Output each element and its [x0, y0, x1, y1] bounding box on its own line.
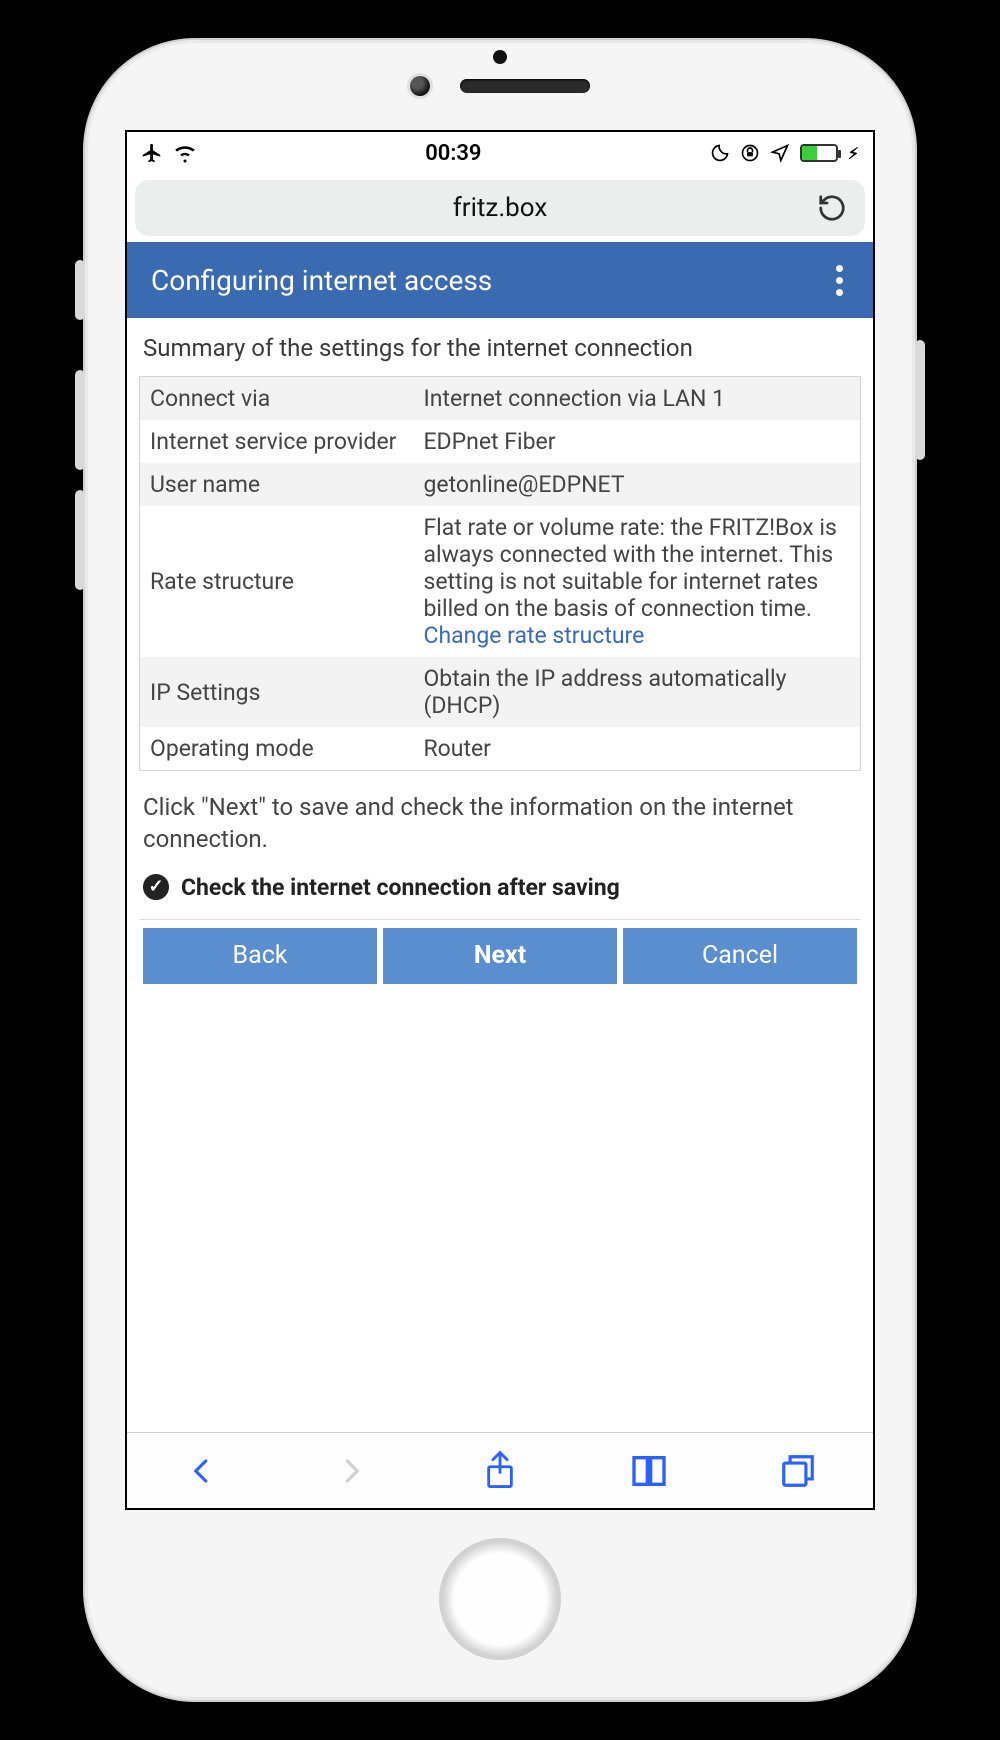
setting-value: Flat rate or volume rate: the FRITZ!Box … — [413, 506, 860, 657]
table-row: Operating mode Router — [140, 727, 861, 771]
more-menu-icon[interactable] — [830, 259, 849, 302]
summary-heading: Summary of the settings for the internet… — [143, 334, 857, 362]
change-rate-structure-link[interactable]: Change rate structure — [423, 622, 644, 649]
proximity-sensor — [493, 50, 507, 64]
phone-screen: 00:39 ⚡︎ fritz.box — [125, 130, 875, 1510]
power-button — [915, 340, 925, 460]
setting-label: Operating mode — [140, 727, 414, 771]
browser-address-bar-container: fritz.box — [127, 174, 873, 242]
earpiece-speaker — [460, 79, 590, 93]
instruction-text: Click "Next" to save and check the infor… — [143, 791, 857, 856]
setting-label: Rate structure — [140, 506, 414, 657]
volume-down-button — [75, 490, 85, 590]
check-connection-checkbox-row[interactable]: ✓ Check the internet connection after sa… — [143, 874, 857, 901]
mute-switch — [75, 260, 85, 320]
cancel-button[interactable]: Cancel — [623, 928, 857, 984]
share-icon[interactable] — [480, 1451, 520, 1491]
rate-structure-text: Flat rate or volume rate: the FRITZ!Box … — [423, 514, 836, 622]
ios-status-bar: 00:39 ⚡︎ — [127, 132, 873, 174]
home-button[interactable] — [441, 1540, 559, 1658]
bookmarks-icon[interactable] — [629, 1451, 669, 1491]
setting-label: IP Settings — [140, 657, 414, 727]
table-row: Rate structure Flat rate or volume rate:… — [140, 506, 861, 657]
status-time: 00:39 — [425, 141, 481, 166]
settings-summary-table: Connect via Internet connection via LAN … — [139, 376, 861, 771]
location-icon — [770, 143, 790, 163]
browser-back-icon[interactable] — [182, 1451, 222, 1491]
browser-toolbar — [127, 1432, 873, 1508]
reload-icon[interactable] — [817, 193, 847, 223]
setting-value: Obtain the IP address automatically (DHC… — [413, 657, 860, 727]
orientation-lock-icon — [740, 143, 760, 163]
page-app-bar: Configuring internet access — [127, 242, 873, 318]
table-row: IP Settings Obtain the IP address automa… — [140, 657, 861, 727]
table-row: Connect via Internet connection via LAN … — [140, 377, 861, 421]
back-button[interactable]: Back — [143, 928, 377, 984]
setting-value: getonline@EDPNET — [413, 463, 860, 506]
phone-device-frame: 00:39 ⚡︎ fritz.box — [85, 40, 915, 1700]
setting-label: User name — [140, 463, 414, 506]
setting-label: Internet service provider — [140, 420, 414, 463]
setting-value: Router — [413, 727, 860, 771]
table-row: Internet service provider EDPnet Fiber — [140, 420, 861, 463]
tabs-icon[interactable] — [778, 1451, 818, 1491]
checkbox-checked-icon[interactable]: ✓ — [143, 874, 169, 900]
do-not-disturb-icon — [710, 143, 730, 163]
phone-top-hardware — [85, 76, 915, 96]
web-page: Configuring internet access Summary of t… — [127, 242, 873, 1432]
airplane-mode-icon — [141, 142, 163, 164]
front-camera — [410, 76, 430, 96]
url-text: fritz.box — [453, 193, 548, 223]
battery-icon — [800, 144, 838, 162]
volume-up-button — [75, 370, 85, 470]
setting-value: Internet connection via LAN 1 — [413, 377, 860, 421]
browser-forward-icon — [331, 1451, 371, 1491]
table-row: User name getonline@EDPNET — [140, 463, 861, 506]
checkbox-label: Check the internet connection after savi… — [181, 874, 620, 901]
setting-value: EDPnet Fiber — [413, 420, 860, 463]
page-content: Summary of the settings for the internet… — [127, 318, 873, 1432]
charging-icon: ⚡︎ — [848, 144, 859, 163]
next-button[interactable]: Next — [383, 928, 617, 984]
wizard-button-bar: Back Next Cancel — [139, 919, 861, 994]
page-title: Configuring internet access — [151, 264, 492, 297]
wifi-icon — [173, 141, 197, 165]
setting-label: Connect via — [140, 377, 414, 421]
browser-address-bar[interactable]: fritz.box — [135, 180, 865, 236]
